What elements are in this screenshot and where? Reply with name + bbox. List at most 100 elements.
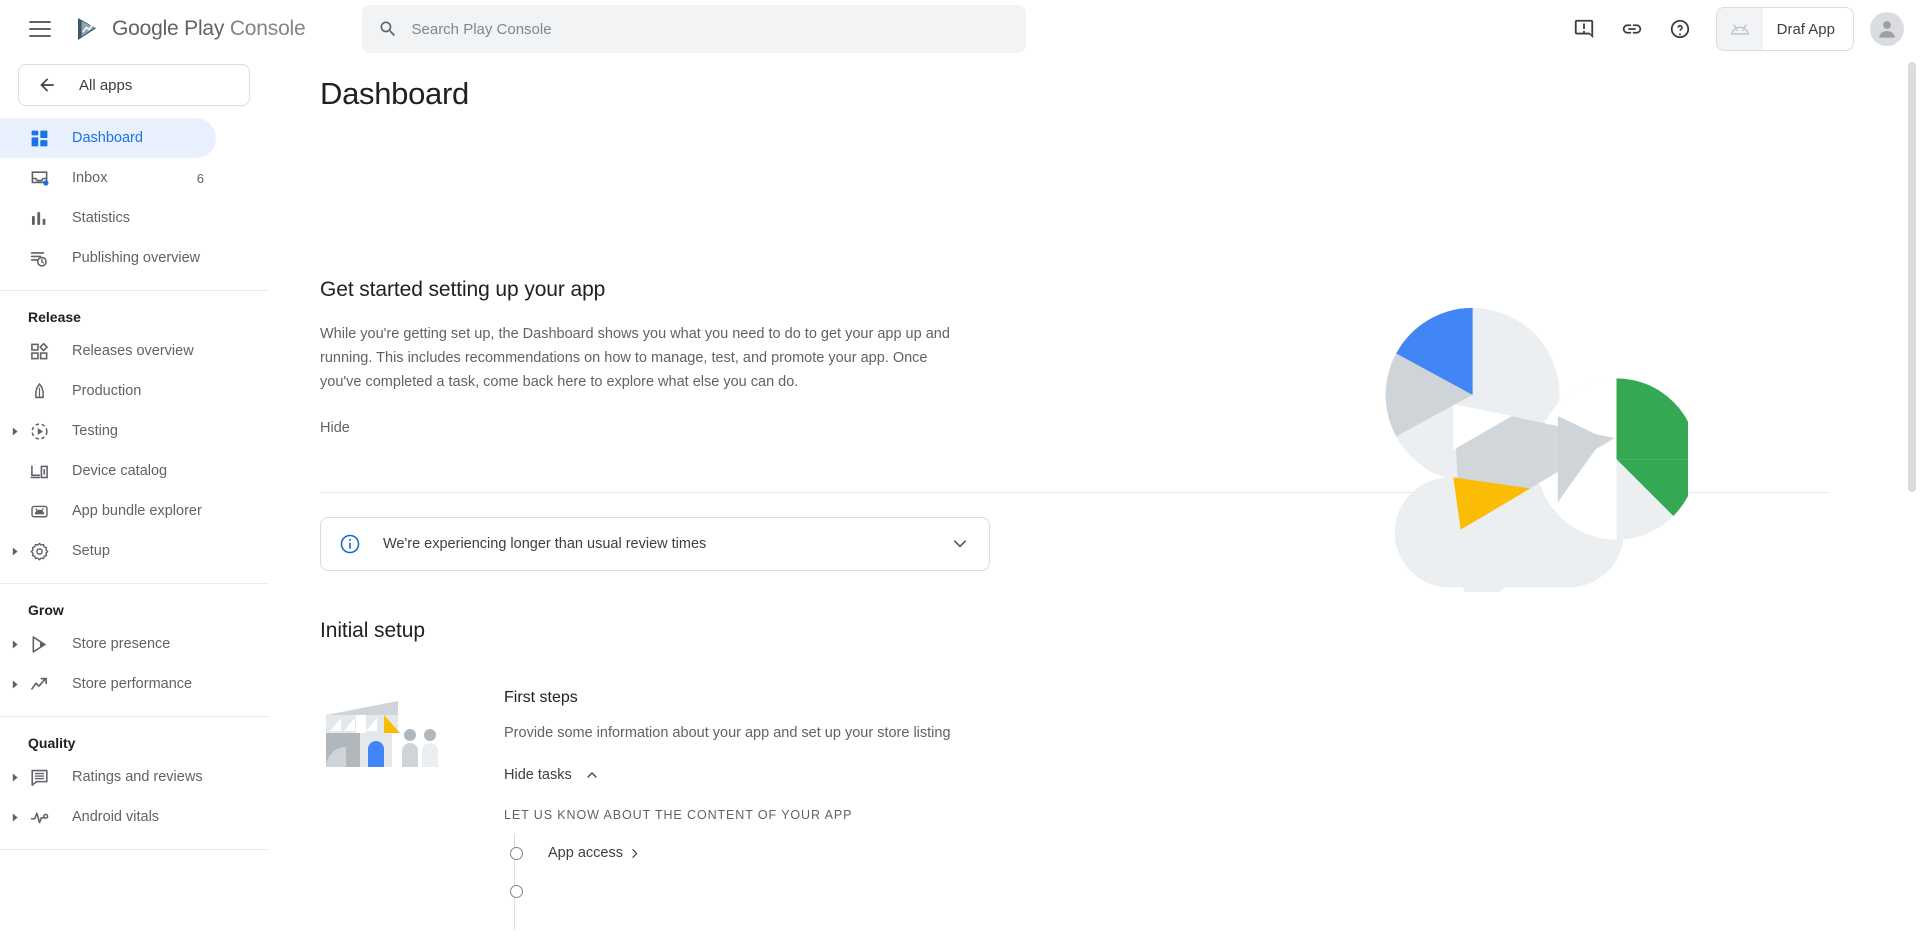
hero-hide-link[interactable]: Hide bbox=[320, 420, 350, 436]
task-status-circle-icon bbox=[510, 884, 523, 898]
store-presence-icon bbox=[28, 633, 50, 655]
search-input[interactable] bbox=[411, 20, 1010, 38]
store-performance-icon bbox=[28, 673, 50, 695]
initial-setup-heading: Initial setup bbox=[320, 619, 425, 642]
task-row[interactable] bbox=[506, 872, 951, 910]
sidebar-item-label: Statistics bbox=[72, 210, 131, 226]
production-icon bbox=[28, 380, 50, 402]
sidebar-item-app-bundle-explorer[interactable]: App bundle explorer bbox=[0, 491, 216, 531]
sidebar-item-label: App bundle explorer bbox=[72, 503, 202, 519]
publishing-overview-icon bbox=[28, 247, 50, 269]
hero-paragraph: While you're getting set up, the Dashboa… bbox=[320, 326, 950, 390]
sidebar-item-store-presence[interactable]: Store presence bbox=[0, 624, 216, 664]
hero-heading: Get started setting up your app bbox=[320, 278, 606, 301]
top-bar-actions: Draf App bbox=[1562, 7, 1904, 51]
sidebar-item-label: Publishing overview bbox=[72, 250, 201, 266]
sidebar-heading-quality: Quality bbox=[28, 735, 76, 751]
page-scrollbar-thumb[interactable] bbox=[1908, 62, 1916, 492]
review-times-banner[interactable]: We're experiencing longer than usual rev… bbox=[320, 517, 990, 571]
task-link-app-access[interactable]: App access bbox=[548, 845, 641, 861]
sidebar-item-ratings-and-reviews[interactable]: Ratings and reviews bbox=[0, 757, 216, 797]
banner-text: We're experiencing longer than usual rev… bbox=[383, 536, 707, 552]
first-steps-card: First steps Provide some information abo… bbox=[320, 689, 1920, 930]
brand-title-secondary: Console bbox=[229, 17, 306, 40]
main-content: Dashboard Get started setting up your ap… bbox=[268, 58, 1920, 932]
sidebar-item-device-catalog[interactable]: Device catalog bbox=[0, 451, 216, 491]
sidebar-item-label: Device catalog bbox=[72, 463, 168, 479]
chevron-down-icon[interactable] bbox=[949, 533, 971, 555]
app-bundle-explorer-icon bbox=[28, 500, 50, 522]
sidebar-item-statistics[interactable]: Statistics bbox=[0, 198, 216, 238]
info-icon bbox=[340, 534, 360, 554]
help-icon[interactable] bbox=[1658, 7, 1702, 51]
app-selector-label: Draf App bbox=[1776, 20, 1835, 38]
all-apps-button[interactable]: All apps bbox=[18, 64, 250, 106]
sidebar-item-label: Store presence bbox=[72, 636, 171, 652]
top-app-bar: Google Play Console Search Play Console … bbox=[0, 0, 1920, 58]
sidebar-item-label: Inbox bbox=[72, 170, 108, 186]
task-row[interactable]: App access bbox=[506, 834, 951, 872]
chevron-right-icon[interactable] bbox=[8, 544, 22, 558]
sidebar-item-label: Store performance bbox=[72, 676, 193, 692]
sidebar-item-android-vitals[interactable]: Android vitals bbox=[0, 797, 216, 837]
brand-title-primary: Google Play bbox=[112, 17, 225, 40]
account-avatar[interactable] bbox=[1870, 12, 1904, 46]
chevron-right-icon[interactable] bbox=[8, 637, 22, 651]
dashboard-icon bbox=[28, 127, 50, 149]
hide-tasks-toggle[interactable]: Hide tasks bbox=[504, 767, 600, 783]
first-steps-description: Provide some information about your app … bbox=[504, 725, 951, 741]
sidebar-item-testing[interactable]: Testing bbox=[0, 411, 216, 451]
sidebar-item-label: Testing bbox=[72, 423, 118, 439]
chevron-right-icon[interactable] bbox=[8, 810, 22, 824]
feedback-icon[interactable] bbox=[1562, 7, 1606, 51]
chevron-right-icon bbox=[632, 848, 638, 858]
sidebar-heading-grow: Grow bbox=[28, 602, 64, 618]
sidebar-item-label: Android vitals bbox=[72, 809, 160, 825]
tasks-group-label: LET US KNOW ABOUT THE CONTENT OF YOUR AP… bbox=[504, 808, 853, 822]
sidebar-heading-release: Release bbox=[28, 309, 81, 325]
statistics-icon bbox=[28, 207, 50, 229]
hamburger-menu-icon[interactable] bbox=[16, 5, 64, 53]
sidebar-item-production[interactable]: Production bbox=[0, 371, 216, 411]
search-icon bbox=[380, 21, 395, 37]
chevron-right-icon[interactable] bbox=[8, 770, 22, 784]
device-catalog-icon bbox=[28, 460, 50, 482]
android-vitals-icon bbox=[28, 806, 50, 828]
first-steps-body: First steps Provide some information abo… bbox=[504, 689, 951, 930]
all-apps-label: All apps bbox=[79, 76, 133, 94]
sidebar-item-store-performance[interactable]: Store performance bbox=[0, 664, 216, 704]
setup-gear-icon bbox=[28, 540, 50, 562]
task-status-circle-icon bbox=[510, 846, 523, 860]
brand-logo-link[interactable]: Google Play Console bbox=[74, 15, 306, 43]
android-icon bbox=[1716, 8, 1763, 50]
sidebar-item-setup[interactable]: Setup bbox=[0, 531, 216, 571]
testing-icon bbox=[28, 420, 50, 442]
chevron-right-icon[interactable] bbox=[8, 424, 22, 438]
sidebar-item-inbox[interactable]: Inbox 6 bbox=[0, 158, 216, 198]
sidebar-item-label: Releases overview bbox=[72, 343, 194, 359]
hero-text-block: Get started setting up your app While yo… bbox=[320, 278, 980, 437]
task-list: App access bbox=[504, 834, 951, 930]
sidebar-navigation: All apps Dashboard Inbox 6 Statistics Pu… bbox=[0, 58, 268, 932]
chevron-right-icon[interactable] bbox=[8, 677, 22, 691]
search-bar[interactable] bbox=[361, 5, 1026, 53]
brand-title: Google Play Console bbox=[112, 17, 306, 41]
sidebar-item-dashboard[interactable]: Dashboard bbox=[0, 118, 216, 158]
sidebar-item-label: Production bbox=[72, 383, 142, 399]
page-title: Dashboard bbox=[320, 76, 469, 111]
get-started-hero: Get started setting up your app While yo… bbox=[268, 112, 1920, 625]
app-selector[interactable]: Draf App bbox=[1715, 7, 1854, 51]
ratings-reviews-icon bbox=[28, 766, 50, 788]
inbox-badge-count: 6 bbox=[196, 170, 204, 186]
page-scrollbar[interactable] bbox=[1908, 62, 1916, 928]
chevron-up-icon bbox=[587, 772, 597, 778]
link-icon[interactable] bbox=[1610, 7, 1654, 51]
first-steps-title: First steps bbox=[504, 689, 578, 706]
inbox-icon bbox=[28, 167, 50, 189]
google-play-console-logo-icon bbox=[78, 18, 96, 40]
releases-overview-icon bbox=[28, 340, 50, 362]
sidebar-item-label: Dashboard bbox=[72, 130, 143, 146]
sidebar-item-releases-overview[interactable]: Releases overview bbox=[0, 331, 216, 371]
sidebar-item-publishing-overview[interactable]: Publishing overview bbox=[0, 238, 216, 278]
sidebar-item-label: Setup bbox=[72, 543, 110, 559]
